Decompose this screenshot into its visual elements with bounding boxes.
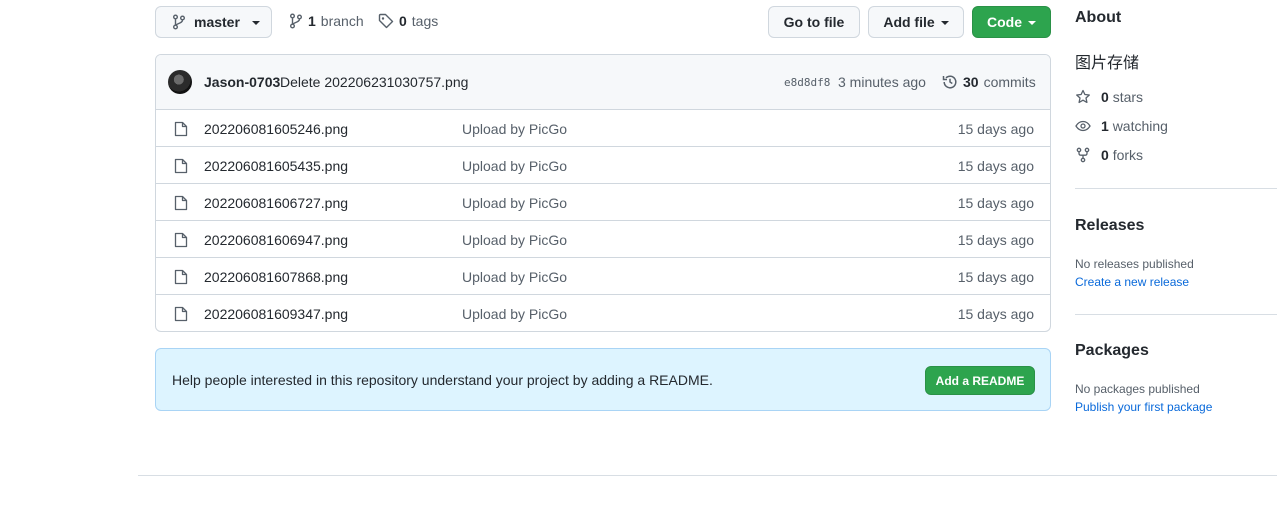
forks-link[interactable]: 0 forks — [1075, 147, 1143, 163]
latest-commit-bar: Jason-0703 Delete 202206231030757.png e8… — [156, 55, 1050, 110]
commits-label: commits — [983, 74, 1036, 90]
file-icon — [174, 269, 188, 285]
readme-banner: Help people interested in this repositor… — [155, 348, 1051, 411]
git-branch-icon — [172, 14, 186, 30]
file-row[interactable]: 202206081609347.png Upload by PicGo 15 day… — [156, 295, 1050, 331]
chevron-down-icon — [940, 20, 949, 25]
branches-count: 1 — [308, 13, 316, 29]
commit-author[interactable]: Jason-0703 — [204, 74, 280, 90]
releases-empty-text: No releases published — [1075, 257, 1194, 271]
watching-label: watching — [1112, 118, 1168, 134]
file-commit-time: 15 days ago — [957, 306, 1034, 322]
forks-count: 0 — [1101, 147, 1109, 163]
file-name[interactable]: 202206081605435.png — [204, 158, 348, 174]
branches-label: branch — [320, 13, 364, 29]
file-icon — [174, 232, 188, 248]
branches-link[interactable]: 1 branch — [289, 13, 364, 29]
file-commit-message[interactable]: Upload by PicGo — [462, 121, 567, 137]
stars-count: 0 — [1101, 89, 1109, 105]
file-commit-time: 15 days ago — [957, 232, 1034, 248]
branch-name: master — [194, 14, 240, 30]
go-to-file-label: Go to file — [783, 14, 845, 30]
packages-heading[interactable]: Packages — [1075, 342, 1149, 360]
chevron-down-icon — [251, 20, 260, 25]
sidebar-divider — [1075, 188, 1277, 189]
releases-heading[interactable]: Releases — [1075, 217, 1144, 235]
file-row[interactable]: 202206081605435.png Upload by PicGo 15 day… — [156, 147, 1050, 184]
footer-divider — [138, 475, 1277, 476]
file-name[interactable]: 202206081609347.png — [204, 306, 348, 322]
file-commit-time: 15 days ago — [957, 121, 1034, 137]
tag-icon — [378, 13, 394, 29]
eye-icon — [1075, 118, 1091, 134]
file-commit-message[interactable]: Upload by PicGo — [462, 158, 567, 174]
add-file-label: Add file — [883, 14, 935, 30]
repo-forked-icon — [1075, 147, 1091, 163]
watching-link[interactable]: 1 watching — [1075, 118, 1168, 134]
add-readme-label: Add a README — [935, 373, 1025, 388]
file-commit-message[interactable]: Upload by PicGo — [462, 232, 567, 248]
tags-link[interactable]: 0 tags — [378, 13, 438, 29]
commits-history-link[interactable]: 30 commits — [942, 74, 1036, 90]
stars-link[interactable]: 0 stars — [1075, 89, 1143, 105]
file-icon — [174, 121, 188, 137]
readme-prompt-text: Help people interested in this repositor… — [172, 372, 713, 388]
file-name[interactable]: 202206081607868.png — [204, 269, 348, 285]
star-icon — [1075, 89, 1091, 105]
file-icon — [174, 306, 188, 322]
commit-message[interactable]: Delete 202206231030757.png — [280, 74, 468, 90]
file-list: 202206081605246.png Upload by PicGo 15 day… — [156, 110, 1050, 331]
add-file-button[interactable]: Add file — [868, 6, 964, 38]
watching-count: 1 — [1101, 118, 1109, 134]
about-heading: About — [1075, 9, 1122, 26]
chevron-down-icon — [1028, 20, 1036, 25]
avatar[interactable] — [168, 70, 192, 94]
file-row[interactable]: 202206081606727.png Upload by PicGo 15 day… — [156, 184, 1050, 221]
branch-select-button[interactable]: master — [155, 6, 272, 38]
file-commit-message[interactable]: Upload by PicGo — [462, 306, 567, 322]
code-label: Code — [987, 14, 1022, 30]
file-commit-time: 15 days ago — [957, 269, 1034, 285]
file-commit-message[interactable]: Upload by PicGo — [462, 195, 567, 211]
commits-count: 30 — [963, 74, 979, 90]
go-to-file-button[interactable]: Go to file — [768, 6, 860, 38]
file-row[interactable]: 202206081605246.png Upload by PicGo 15 day… — [156, 110, 1050, 147]
code-button[interactable]: Code — [972, 6, 1051, 38]
commit-sha[interactable]: e8d8df8 — [784, 76, 830, 89]
sidebar-divider — [1075, 314, 1277, 315]
commit-time: 3 minutes ago — [838, 74, 926, 90]
forks-label: forks — [1112, 147, 1144, 163]
file-icon — [174, 158, 188, 174]
git-branch-icon — [289, 13, 303, 29]
file-row[interactable]: 202206081607868.png Upload by PicGo 15 day… — [156, 258, 1050, 295]
file-name[interactable]: 202206081606727.png — [204, 195, 348, 211]
file-commit-time: 15 days ago — [957, 195, 1034, 211]
create-release-link[interactable]: Create a new release — [1075, 275, 1189, 289]
file-commit-time: 15 days ago — [957, 158, 1034, 174]
tags-count: 0 — [399, 13, 407, 29]
file-name[interactable]: 202206081606947.png — [204, 232, 348, 248]
file-browser: Jason-0703 Delete 202206231030757.png e8… — [155, 54, 1051, 332]
file-commit-message[interactable]: Upload by PicGo — [462, 269, 567, 285]
file-icon — [174, 195, 188, 211]
stars-label: stars — [1112, 89, 1144, 105]
file-row[interactable]: 202206081606947.png Upload by PicGo 15 day… — [156, 221, 1050, 258]
add-readme-button[interactable]: Add a README — [925, 366, 1035, 395]
publish-package-link[interactable]: Publish your first package — [1075, 400, 1212, 414]
repo-description: 图片存储 — [1075, 55, 1140, 72]
file-name[interactable]: 202206081605246.png — [204, 121, 348, 137]
history-icon — [942, 74, 958, 90]
tags-label: tags — [411, 13, 439, 29]
packages-empty-text: No packages published — [1075, 382, 1200, 396]
